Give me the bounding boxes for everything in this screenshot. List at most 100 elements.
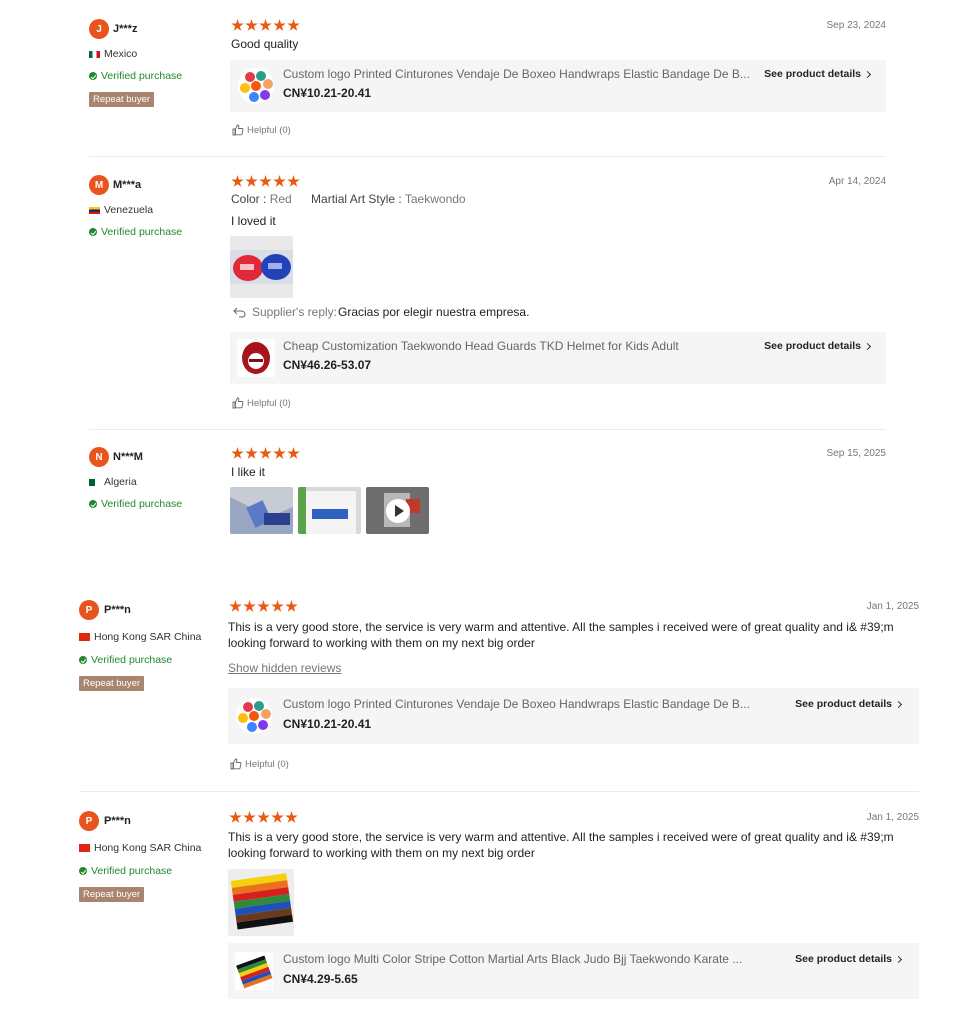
avatar: M [89,175,109,195]
color-value: Red [269,192,292,206]
helpful-button[interactable]: Helpful (0) [230,758,289,770]
star-icon [243,600,256,612]
star-icon [287,19,300,31]
star-icon [271,600,284,612]
star-icon [273,19,286,31]
country-label: Mexico [104,48,138,60]
product-card[interactable]: Custom logo Printed Cinturones Vendaje D… [230,60,886,112]
style-label: Martial Art Style : [311,192,402,206]
helmet-photo-image [230,236,293,298]
star-icon [231,19,244,31]
review-date: Jan 1, 2025 [866,601,919,612]
avatar: J [89,19,109,39]
repeat-buyer-badge: Repeat buyer [79,676,145,691]
product-card[interactable]: Cheap Customization Taekwondo Head Guard… [230,332,886,384]
review-photo[interactable] [230,236,293,298]
avatar: N [89,447,109,467]
reviewer-country: Hong Kong SAR China [79,842,201,854]
supplier-reply-text: Gracias por elegir nuestra empresa. [338,305,530,319]
helpful-button[interactable]: Helpful (0) [232,124,291,136]
star-icon [285,811,298,823]
review-date: Sep 15, 2025 [826,448,887,459]
review-photo[interactable] [298,487,361,534]
verified-label: Verified purchase [101,498,183,510]
verified-purchase: Verified purchase [79,654,172,666]
chevron-right-icon [863,342,872,350]
review-text: This is a very good store, the service i… [228,830,894,860]
thumbs-up-icon [232,397,244,409]
review-date: Jan 1, 2025 [866,812,919,823]
show-hidden-reviews-link[interactable]: Show hidden reviews [228,661,341,675]
reviewer-name: P***n [104,815,131,827]
verified-check-icon [89,72,97,80]
algeria-flag-icon [89,478,95,486]
reply-arrow-icon [233,307,246,317]
star-icon [259,175,272,187]
review-divider [89,429,886,430]
supplier-reply-label: Supplier's reply: [252,305,337,319]
product-title[interactable]: Custom logo Printed Cinturones Vendaje D… [283,697,778,711]
details-label: See product details [764,68,861,80]
star-rating [229,600,298,613]
review-photo[interactable] [230,487,293,534]
star-rating [229,811,298,824]
helpful-button[interactable]: Helpful (0) [232,397,291,409]
style-value: Taekwondo [404,192,466,206]
verified-label: Verified purchase [101,226,183,238]
see-product-details-link[interactable]: See product details [764,68,872,80]
star-icon [285,600,298,612]
review-text: This is a very good store, the service i… [228,620,894,650]
star-rating [231,447,300,460]
thumbs-up-icon [232,124,244,136]
review-text: I like it [231,465,266,479]
verified-purchase: Verified purchase [89,498,182,510]
review-video[interactable] [366,487,429,534]
details-label: See product details [795,953,892,965]
product-card[interactable]: Custom logo Multi Color Stripe Cotton Ma… [228,943,919,999]
review-text: I loved it [231,214,276,228]
reviewer-name: P***n [104,604,131,616]
product-title[interactable]: Cheap Customization Taekwondo Head Guard… [283,339,753,353]
star-icon [229,600,242,612]
color-label: Color : [231,192,267,206]
reviewer-name: J***z [113,23,138,35]
verified-purchase: Verified purchase [89,226,182,238]
star-icon [245,447,258,459]
belt-product-thumbnail [235,952,273,990]
supplier-reply: Supplier's reply: Gracias por elegir nue… [233,305,529,319]
star-rating [231,19,300,32]
verified-label: Verified purchase [91,865,173,877]
see-product-details-link[interactable]: See product details [795,698,903,710]
bag-photo-image [298,487,361,534]
star-icon [287,447,300,459]
details-label: See product details [795,698,892,710]
star-icon [245,175,258,187]
handwraps-product-thumbnail [236,698,272,734]
see-product-details-link[interactable]: See product details [764,340,872,352]
helpful-label: Helpful (0) [247,397,291,409]
star-icon [231,175,244,187]
see-product-details-link[interactable]: See product details [795,953,903,965]
product-title[interactable]: Custom logo Printed Cinturones Vendaje D… [283,67,753,81]
product-title[interactable]: Custom logo Multi Color Stripe Cotton Ma… [283,952,778,966]
review-divider [89,156,886,157]
hong-kong-flag-icon [79,844,90,852]
helpful-label: Helpful (0) [245,758,289,770]
play-icon[interactable] [385,498,410,523]
product-price: CN¥10.21-20.41 [283,717,372,731]
review-photo[interactable] [228,869,294,936]
hong-kong-flag-icon [79,633,90,641]
chevron-right-icon [894,700,903,708]
venezuela-flag-icon [89,206,100,214]
repeat-buyer-badge: Repeat buyer [79,887,145,902]
avatar: P [79,600,99,620]
product-price: CN¥46.26-53.07 [283,358,372,372]
product-card[interactable]: Custom logo Printed Cinturones Vendaje D… [228,688,919,744]
helpful-label: Helpful (0) [247,124,291,136]
verified-check-icon [89,228,97,236]
country-label: Hong Kong SAR China [94,842,202,854]
thumbs-up-icon [230,758,242,770]
star-icon [245,19,258,31]
star-icon [259,19,272,31]
review-text: Good quality [231,37,299,51]
